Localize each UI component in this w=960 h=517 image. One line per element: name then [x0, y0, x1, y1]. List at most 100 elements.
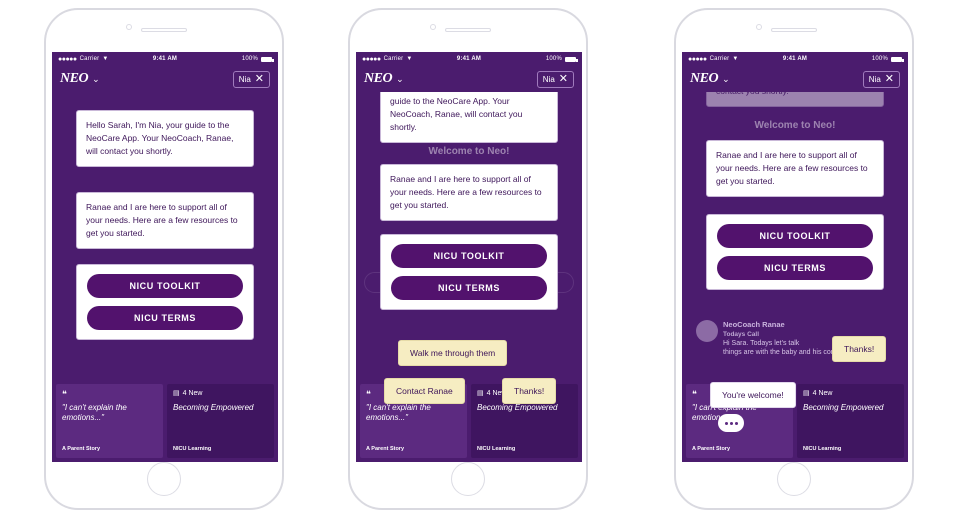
resource-card-badge: 4 New [182, 390, 203, 397]
chat-bubble-youre-welcome: You're welcome! [710, 382, 796, 408]
neo-logo: NEO [364, 71, 393, 86]
carrier-label: Carrier [79, 56, 100, 62]
resource-card-subtitle: NICU Learning [803, 446, 842, 452]
clock-label: 9:41 AM [152, 56, 178, 62]
resource-card-title: "I can't explain the emotions..." [366, 403, 431, 422]
resource-card-subtitle: A Parent Story [62, 446, 101, 452]
close-icon[interactable]: ✕ [255, 73, 264, 85]
screen-1: ●●●●● Carrier ▼ 9:41 AM 100% NEO ⌄ Nia ✕ [52, 52, 278, 462]
ghost-banner-welcome: Welcome to Neo! [754, 120, 836, 131]
quick-reply-walk-me-through[interactable]: Walk me through them [398, 340, 508, 366]
coach-name: NeoCoach Ranae [723, 320, 785, 329]
wifi-icon: ▼ [102, 56, 109, 62]
close-icon[interactable]: ✕ [559, 73, 568, 85]
battery-percent-label: 100% [545, 56, 562, 62]
carrier-label: Carrier [383, 56, 404, 62]
avatar [696, 320, 718, 342]
coach-line-2: things are with the baby and his condi..… [723, 349, 846, 356]
app-navbar-3: NEO ⌄ Nia ✕ [682, 66, 908, 92]
neo-logo: NEO [60, 71, 89, 86]
book-icon: ▤ [477, 390, 484, 397]
wifi-icon: ▼ [732, 56, 739, 62]
contact-pill-nia[interactable]: Nia ✕ [536, 70, 574, 88]
home-button[interactable] [777, 462, 811, 496]
signal-dots-icon: ●●●●● [362, 55, 381, 63]
contact-pill-label: Nia [542, 74, 555, 84]
quick-reply-contact-ranae[interactable]: Contact Ranae [384, 378, 465, 404]
typing-indicator-icon [718, 414, 744, 432]
resource-card-title: Becoming Empowered [803, 403, 884, 412]
screens-stage: ●●●●● Carrier ▼ 9:41 AM 100% NEO ⌄ Nia ✕ [0, 0, 960, 517]
chevron-down-icon[interactable]: ⌄ [722, 74, 730, 85]
resource-card-badge: 4 New [812, 390, 833, 397]
action-button-card-1: NICU TOOLKIT NICU TERMS [76, 264, 254, 340]
button-nicu-toolkit[interactable]: NICU TOOLKIT [717, 224, 873, 248]
action-button-card-2: NICU TOOLKIT NICU TERMS [380, 234, 558, 310]
home-button[interactable] [147, 462, 181, 496]
chat-bubble-intro: Hello Sarah, I'm Nia, your guide to the … [76, 110, 254, 167]
coach-message-row[interactable]: NeoCoach Ranae Todays Call Hi Sara. Toda… [696, 320, 846, 357]
resource-card-subtitle: NICU Learning [477, 446, 516, 452]
status-bar: ●●●●● Carrier ▼ 9:41 AM 100% [356, 52, 582, 66]
app-navbar-2: NEO ⌄ Nia ✕ [356, 66, 582, 92]
chat-bubble-resources: Ranae and I are here to support all of y… [380, 164, 558, 221]
chat-bubble-intro: guide to the NeoCare App. Your NeoCoach,… [380, 92, 558, 143]
chat-bubble-resources: Ranae and I are here to support all of y… [76, 192, 254, 249]
chat-bubble-intro-partial: contact you shortly. [706, 92, 884, 107]
button-nicu-terms[interactable]: NICU TERMS [87, 306, 243, 330]
speaker-grill [141, 28, 187, 32]
coach-subtitle: Todays Call [723, 331, 760, 338]
contact-pill-label: Nia [868, 74, 881, 84]
chat-area-2: ❝ "I can't explain the emotions..." A Pa… [356, 92, 582, 462]
quote-icon: ❝ [692, 389, 697, 399]
camera-icon [756, 24, 762, 30]
carrier-label: Carrier [709, 56, 730, 62]
phone-mockup-3: ●●●●● Carrier ▼ 9:41 AM 100% NEO ⌄ Nia ✕ [674, 8, 914, 510]
battery-percent-label: 100% [871, 56, 888, 62]
speaker-grill [771, 28, 817, 32]
close-icon[interactable]: ✕ [885, 73, 894, 85]
neo-logo: NEO [690, 71, 719, 86]
signal-dots-icon: ●●●●● [58, 55, 77, 63]
ghost-banner-welcome: Welcome to Neo! [428, 146, 510, 157]
screen-2: ●●●●● Carrier ▼ 9:41 AM 100% NEO ⌄ Nia ✕ [356, 52, 582, 462]
status-bar: ●●●●● Carrier ▼ 9:41 AM 100% [52, 52, 278, 66]
battery-percent-label: 100% [241, 56, 258, 62]
resource-card-subtitle: A Parent Story [692, 446, 731, 452]
camera-icon [430, 24, 436, 30]
resource-card-title: Becoming Empowered [173, 403, 254, 412]
chevron-down-icon[interactable]: ⌄ [92, 74, 100, 85]
quick-reply-thanks[interactable]: Thanks! [832, 336, 887, 362]
clock-label: 9:41 AM [782, 56, 808, 62]
home-button[interactable] [451, 462, 485, 496]
chevron-down-icon[interactable]: ⌄ [396, 74, 404, 85]
resource-card-parent-story[interactable]: ❝ "I can't explain the emotions..." A Pa… [56, 384, 163, 458]
resource-card-nicu-learning[interactable]: ▤ 4 New Becoming Empowered NICU Learning [797, 384, 904, 458]
quick-reply-thanks[interactable]: Thanks! [502, 378, 557, 404]
app-navbar-1: NEO ⌄ Nia ✕ [52, 66, 278, 92]
battery-icon [891, 56, 904, 62]
battery-icon [261, 56, 274, 62]
wifi-icon: ▼ [406, 56, 413, 62]
resource-card-subtitle: A Parent Story [366, 446, 405, 452]
signal-dots-icon: ●●●●● [688, 55, 707, 63]
chat-bubble-resources: Ranae and I are here to support all of y… [706, 140, 884, 197]
resource-card-title: "I can't explain the emotions..." [62, 403, 127, 422]
button-nicu-toolkit[interactable]: NICU TOOLKIT [87, 274, 243, 298]
chat-area-1: ❝ "I can't explain the emotions..." A Pa… [52, 92, 278, 462]
speaker-grill [445, 28, 491, 32]
book-icon: ▤ [173, 390, 180, 397]
quote-icon: ❝ [366, 389, 371, 399]
button-nicu-toolkit[interactable]: NICU TOOLKIT [391, 244, 547, 268]
battery-icon [565, 56, 578, 62]
phone-mockup-2: ●●●●● Carrier ▼ 9:41 AM 100% NEO ⌄ Nia ✕ [348, 8, 588, 510]
resource-card-subtitle: NICU Learning [173, 446, 212, 452]
status-bar: ●●●●● Carrier ▼ 9:41 AM 100% [682, 52, 908, 66]
button-nicu-terms[interactable]: NICU TERMS [391, 276, 547, 300]
button-nicu-terms[interactable]: NICU TERMS [717, 256, 873, 280]
contact-pill-nia[interactable]: Nia ✕ [232, 70, 270, 88]
resource-cards-1: ❝ "I can't explain the emotions..." A Pa… [52, 384, 278, 462]
contact-pill-nia[interactable]: Nia ✕ [862, 70, 900, 88]
quote-icon: ❝ [62, 389, 67, 399]
resource-card-nicu-learning[interactable]: ▤ 4 New Becoming Empowered NICU Learning [167, 384, 274, 458]
